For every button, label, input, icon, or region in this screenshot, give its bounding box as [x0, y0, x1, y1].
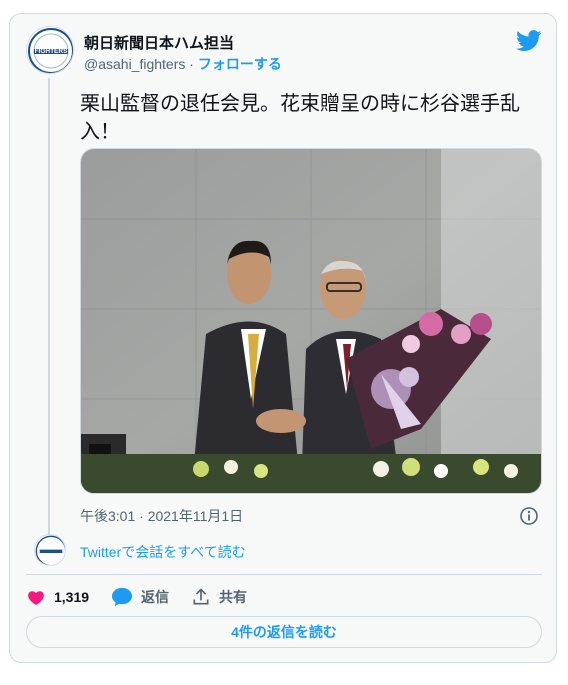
heart-icon [28, 591, 44, 605]
tweet-text: 栗山監督の退任会見。花束贈呈の時に杉谷選手乱入！ [80, 93, 520, 143]
like-button[interactable]: 1,319 [26, 587, 89, 607]
info-icon[interactable] [519, 506, 539, 526]
thread-line [48, 78, 50, 536]
handle[interactable]: @asahi_fighters [84, 56, 185, 72]
conversation-avatar[interactable] [34, 534, 66, 566]
share-icon [193, 588, 209, 605]
read-conversation-link[interactable]: Twitterで会話をすべて読む [80, 542, 246, 562]
reply-button[interactable]: 返信 [111, 587, 169, 607]
share-label: 共有 [219, 589, 248, 605]
avatar-logo-text: FIGHTERS [35, 48, 69, 55]
like-count: 1,319 [54, 589, 90, 605]
share-button[interactable]: 共有 [191, 587, 247, 607]
display-name[interactable]: 朝日新聞日本ハム担当 [84, 32, 234, 53]
read-replies-button[interactable]: 4件の返信を読む [26, 616, 542, 648]
separator: · [189, 56, 194, 72]
handle-row: @asahi_fighters · フォローする [84, 54, 282, 74]
action-bar: 1,319 返信 共有 [26, 586, 269, 608]
follow-button[interactable]: フォローする [198, 56, 282, 72]
speech-bubble-icon [112, 587, 133, 607]
reply-label: 返信 [141, 589, 170, 605]
avatar[interactable]: FIGHTERS [26, 26, 74, 74]
tweet-card: FIGHTERS 朝日新聞日本ハム担当 @asahi_fighters · フォ… [9, 13, 557, 663]
timestamp[interactable]: 午後3:01 · 2021年11月1日 [80, 506, 243, 526]
divider [26, 574, 542, 575]
tweet-photo[interactable] [80, 148, 542, 494]
twitter-bird-icon[interactable] [516, 30, 542, 52]
